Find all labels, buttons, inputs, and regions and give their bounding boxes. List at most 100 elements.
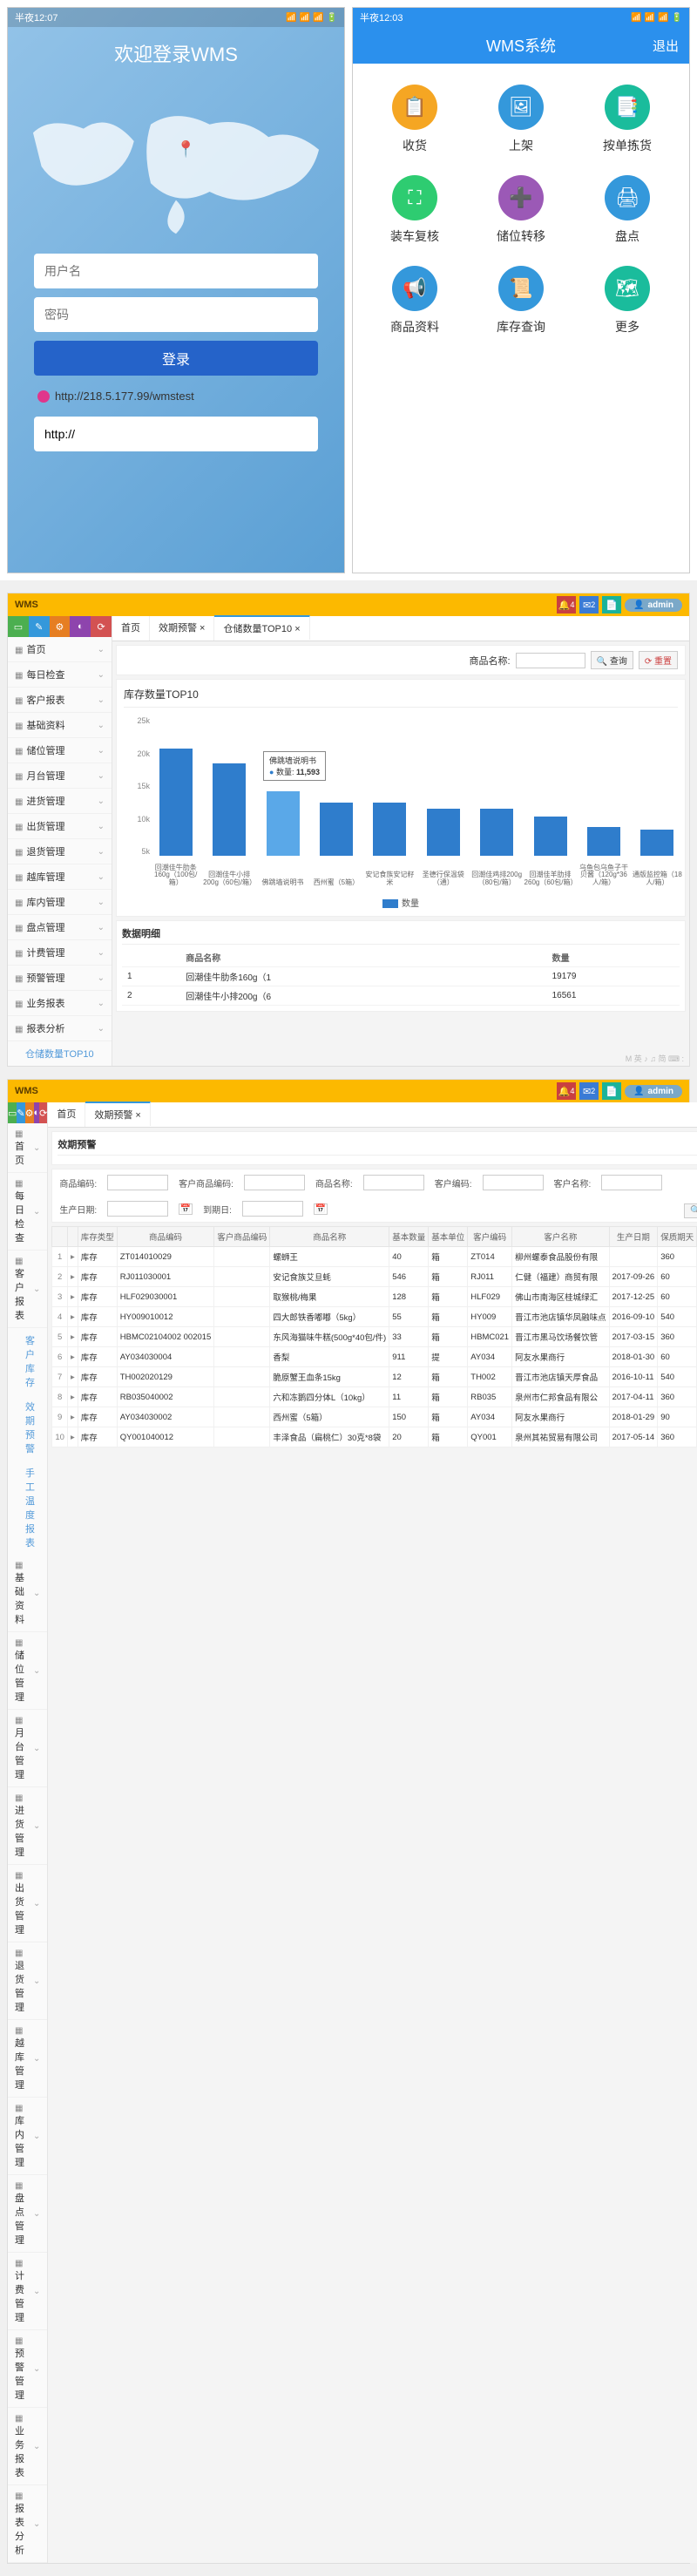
sidebar-item[interactable]: ▦库内管理⌄ — [8, 2098, 47, 2175]
cust-id-input[interactable] — [483, 1175, 544, 1190]
prod-date-input[interactable] — [107, 1201, 168, 1217]
tab[interactable]: 效期预警 × — [85, 1102, 150, 1126]
sidebar-item[interactable]: ▦业务报表⌄ — [8, 2408, 47, 2485]
sidebar-item[interactable]: ▦首页⌄ — [8, 1123, 47, 1173]
table-row[interactable]: 9▸库存AY034030002西州蜜（5箱）150箱AY034阿友水果商行201… — [52, 1407, 697, 1427]
tool-icon[interactable]: ⟳ — [39, 1102, 47, 1123]
code-input[interactable] — [107, 1175, 168, 1190]
tab[interactable]: 首页 — [48, 1102, 85, 1127]
sidebar-item[interactable]: ▦退货管理⌄ — [8, 839, 112, 864]
menu-item[interactable]: 🖨 盘点 — [579, 175, 675, 245]
menu-item[interactable]: ➕ 储位转移 — [473, 175, 569, 245]
tool-icon[interactable]: ◐ — [70, 616, 91, 637]
tab[interactable]: 首页 — [112, 616, 150, 641]
tab[interactable]: 效期预警 × — [150, 616, 214, 641]
sidebar-item[interactable]: ▦月台管理⌄ — [8, 1710, 47, 1787]
sidebar-item[interactable]: ▦报表分析⌄ — [8, 1016, 112, 1041]
menu-item[interactable]: 📑 按单拣货 — [579, 85, 675, 154]
login-button[interactable]: 登录 — [34, 341, 318, 376]
url-input[interactable] — [34, 417, 318, 451]
table-row[interactable]: 4▸库存HY009010012四大郎铁香嘟嘟（5kg）55箱HY009晋江市池店… — [52, 1307, 697, 1327]
table-row[interactable]: 2▸库存RJ011030001安记食族艾旦蚝546箱RJ011仁健（福建）商贸有… — [52, 1267, 697, 1287]
sidebar-item[interactable]: ▦越库管理⌄ — [8, 2020, 47, 2098]
sidebar-item[interactable]: ▦每日检查⌄ — [8, 662, 112, 688]
user-menu[interactable]: 👤 admin — [625, 599, 682, 612]
sidebar-item[interactable]: ▦进货管理⌄ — [8, 789, 112, 814]
sidebar-item[interactable]: ▦预警管理⌄ — [8, 2330, 47, 2408]
sidebar-subitem[interactable]: 手工温度报表 — [8, 1461, 47, 1555]
sidebar-item[interactable]: ▦储位管理⌄ — [8, 1632, 47, 1710]
table-row[interactable]: 7▸库存TH002020129脆原蟹王血条15kg12箱TH002晋江市池店镇天… — [52, 1367, 697, 1387]
tool-icon[interactable]: ◐ — [34, 1102, 40, 1123]
table-row[interactable]: 2回潮佳牛小排200g（616561 — [122, 986, 680, 1006]
chart-bar[interactable]: 通版监控箱（18人/箱） — [637, 830, 678, 856]
sidebar-item[interactable]: ▦库内管理⌄ — [8, 890, 112, 915]
expand-icon[interactable]: ▸ — [67, 1247, 78, 1267]
search-button[interactable]: 查询 — [591, 651, 633, 669]
reset-button[interactable]: 重置 — [639, 651, 678, 669]
sidebar-item[interactable]: ▦盘点管理⌄ — [8, 2175, 47, 2253]
sidebar-item[interactable]: ▦业务报表⌄ — [8, 991, 112, 1016]
notes-icon[interactable]: 📄 — [602, 1082, 621, 1100]
sidebar-item[interactable]: ▦首页⌄ — [8, 637, 112, 662]
table-row[interactable]: 5▸库存HBMC02104002 002015东风海猫味牛糕(500g*40包/… — [52, 1327, 697, 1347]
user-menu[interactable]: 👤 admin — [625, 1085, 682, 1098]
tab[interactable]: 仓储数量TOP10 × — [214, 615, 309, 640]
sidebar-item[interactable]: ▦储位管理⌄ — [8, 738, 112, 763]
exit-button[interactable]: 退出 — [653, 37, 679, 55]
chart-bar[interactable]: 西州蜜（5箱） — [315, 803, 356, 856]
tool-icon[interactable]: ⚙ — [50, 616, 71, 637]
cust-code-input[interactable] — [244, 1175, 305, 1190]
expiry-date-input[interactable] — [242, 1201, 303, 1217]
table-row[interactable]: 10▸库存QY001040012丰泽食品（扁桃仁）30克*8袋20箱QY001泉… — [52, 1427, 697, 1447]
expand-icon[interactable]: ▸ — [67, 1387, 78, 1407]
expand-icon[interactable]: ▸ — [67, 1407, 78, 1427]
sidebar-item[interactable]: ▦基础资料⌄ — [8, 1555, 47, 1632]
sidebar-item[interactable]: ▦报表分析⌄ — [8, 2485, 47, 2563]
mail-icon[interactable]: ✉2 — [579, 596, 599, 613]
expand-icon[interactable]: ▸ — [67, 1287, 78, 1307]
table-row[interactable]: 6▸库存AY034030004香梨911提AY034阿友水果商行2018-01-… — [52, 1347, 697, 1367]
sidebar-item[interactable]: ▦出货管理⌄ — [8, 1865, 47, 1942]
menu-item[interactable]: 🗺 更多 — [579, 266, 675, 336]
password-input[interactable] — [34, 297, 318, 332]
expand-icon[interactable]: ▸ — [67, 1327, 78, 1347]
notes-icon[interactable]: 📄 — [602, 596, 621, 613]
calendar-icon[interactable]: 📅 — [314, 1203, 328, 1215]
mail-icon[interactable]: ✉2 — [579, 1082, 599, 1100]
expand-icon[interactable]: ▸ — [67, 1367, 78, 1387]
cust-name-input[interactable] — [601, 1175, 662, 1190]
sidebar-subitem[interactable]: 仓储数量TOP10 — [8, 1041, 112, 1066]
table-row[interactable]: 1▸库存ZT014010029螺蛳王40箱ZT014柳州螺泰食品股份有限360 — [52, 1247, 697, 1267]
sidebar-item[interactable]: ▦预警管理⌄ — [8, 966, 112, 991]
table-row[interactable]: 3▸库存HLF029030001取猴桃/梅果128箱HLF029佛山市南海区桂城… — [52, 1287, 697, 1307]
server-url-radio[interactable]: http://218.5.177.99/wmstest — [34, 384, 318, 408]
username-input[interactable] — [34, 254, 318, 288]
chart-bar[interactable]: 回潮佳鸡排200g（80包/箱） — [476, 809, 517, 856]
sidebar-item[interactable]: ▦客户报表⌄ — [8, 1251, 47, 1328]
sidebar-item[interactable]: ▦进货管理⌄ — [8, 1787, 47, 1865]
sidebar-item[interactable]: ▦出货管理⌄ — [8, 814, 112, 839]
sidebar-item[interactable]: ▦盘点管理⌄ — [8, 915, 112, 940]
search-button[interactable]: 查询 — [684, 1203, 697, 1218]
expand-icon[interactable]: ▸ — [67, 1307, 78, 1327]
tool-icon[interactable]: ▭ — [8, 1102, 17, 1123]
sidebar-item[interactable]: ▦退货管理⌄ — [8, 1942, 47, 2020]
chart-bar[interactable]: 乌鱼包乌鱼子干贝酱（120g*36人/箱） — [583, 827, 624, 856]
table-row[interactable]: 8▸库存RB035040002六和冻鹅四分体L（10kg）11箱RB035泉州市… — [52, 1387, 697, 1407]
menu-item[interactable]: 📜 库存查询 — [473, 266, 569, 336]
sidebar-item[interactable]: ▦计费管理⌄ — [8, 2253, 47, 2330]
notif-bell-icon[interactable]: 🔔4 — [557, 596, 576, 613]
sidebar-item[interactable]: ▦每日检查⌄ — [8, 1173, 47, 1251]
sidebar-subitem[interactable]: 客户库存 — [8, 1328, 47, 1394]
expand-icon[interactable]: ▸ — [67, 1347, 78, 1367]
sidebar-item[interactable]: ▦基础资料⌄ — [8, 713, 112, 738]
chart-bar[interactable]: 佛跳墙说明书 — [262, 791, 303, 856]
tool-icon[interactable]: ✎ — [17, 1102, 24, 1123]
chart-bar[interactable]: 圣德行保温袋（通） — [423, 809, 464, 856]
sidebar-item[interactable]: ▦越库管理⌄ — [8, 864, 112, 890]
menu-item[interactable]: ⛶ 装车复核 — [367, 175, 463, 245]
sidebar-item[interactable]: ▦计费管理⌄ — [8, 940, 112, 966]
product-name-input[interactable] — [516, 653, 585, 668]
table-row[interactable]: 1回潮佳牛肋条160g（119179 — [122, 967, 680, 986]
